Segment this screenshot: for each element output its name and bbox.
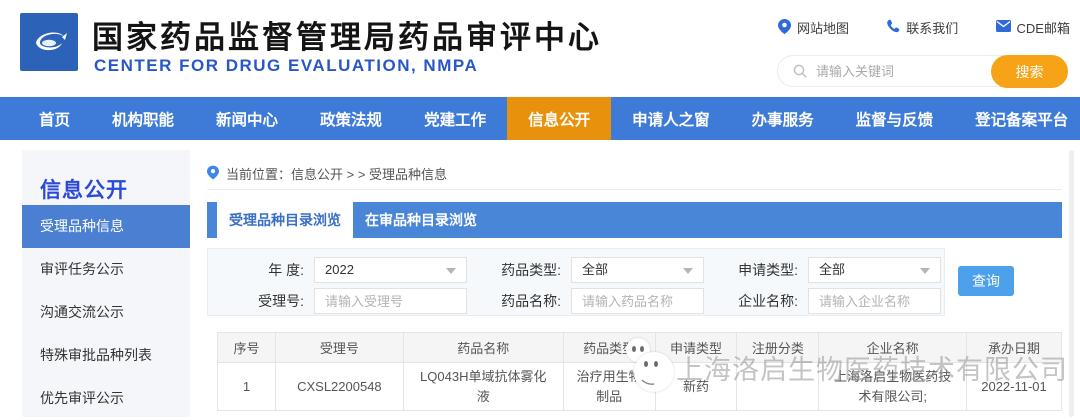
site-header: 国家药品监督管理局药品审评中心 CENTER FOR DRUG EVALUATI… (0, 0, 1080, 97)
col-apply-type: 申请类型 (655, 333, 737, 363)
cell-company: 上海洛启生物医药技术有限公司; (819, 363, 967, 411)
search-input[interactable] (816, 64, 966, 79)
year-select[interactable]: 2022 (314, 257, 467, 283)
cell-seq: 1 (218, 363, 276, 411)
company-name-input[interactable] (808, 288, 941, 314)
site-title: 国家药品监督管理局药品审评中心 (92, 12, 602, 57)
site-search: 搜索 (777, 55, 1068, 87)
sidebar-title: 信息公开 (22, 150, 190, 205)
sitemap-label: 网站地图 (797, 18, 849, 37)
vertical-scrollbar[interactable] (1069, 150, 1074, 417)
cell-drug-type: 治疗用生物制品 (563, 363, 655, 411)
tab-under-review-catalog[interactable]: 在审品种目录浏览 (353, 202, 489, 238)
breadcrumb-pin-icon (207, 165, 219, 183)
drug-name-label: 药品名称: (489, 291, 561, 311)
sidebar-item-review-tasks[interactable]: 审评任务公示 (22, 248, 190, 291)
drug-type-select-value: 全部 (582, 262, 608, 277)
table-header-row: 序号 受理号 药品名称 药品类型 申请类型 注册分类 企业名称 承办日期 (218, 333, 1062, 363)
filter-row-1: 年 度: 2022 药品类型: 全部 申请类型: 全部 (232, 257, 944, 283)
results-table: 序号 受理号 药品名称 药品类型 申请类型 注册分类 企业名称 承办日期 1 C… (217, 332, 1062, 411)
company-name-label: 企业名称: (726, 291, 798, 311)
apply-type-select-value: 全部 (819, 262, 845, 277)
col-company: 企业名称 (819, 333, 967, 363)
col-reg-class: 注册分类 (737, 333, 819, 363)
catalog-tabs: 受理品种目录浏览 在审品种目录浏览 (207, 202, 1062, 238)
sidebar-item-accepted-varieties[interactable]: 受理品种信息 (22, 205, 190, 248)
search-icon (793, 64, 808, 79)
breadcrumb: 当前位置：信息公开 > > 受理品种信息 (207, 158, 1062, 190)
sitemap-link[interactable]: 网站地图 (778, 18, 849, 37)
col-seq: 序号 (218, 333, 276, 363)
nav-item-supervision[interactable]: 监督与反馈 (835, 97, 955, 140)
drug-type-label: 药品类型: (489, 260, 561, 280)
sidebar-item-priority-review[interactable]: 优先审评公示 (22, 377, 190, 420)
drug-name-input[interactable] (571, 288, 704, 314)
mailbox-label: CDE邮箱 (1017, 18, 1070, 37)
nav-item-registration-platform[interactable]: 登记备案平台 (954, 97, 1080, 140)
col-drug-name: 药品名称 (403, 333, 563, 363)
year-label: 年 度: (232, 260, 304, 280)
nav-item-info-disclosure[interactable]: 信息公开 (507, 97, 611, 140)
year-select-value: 2022 (325, 262, 354, 277)
search-button[interactable]: 搜索 (991, 55, 1068, 88)
chevron-down-icon (446, 268, 456, 274)
contact-link[interactable]: 联系我们 (886, 18, 958, 37)
sidebar-item-communication[interactable]: 沟通交流公示 (22, 291, 190, 334)
cell-apply-type: 新药 (655, 363, 737, 411)
nav-item-party[interactable]: 党建工作 (403, 97, 507, 140)
table-row: 1 CXSL2200548 LQ043H单域抗体雾化液 治疗用生物制品 新药 上… (218, 363, 1062, 411)
cde-logo[interactable] (20, 13, 78, 71)
col-drug-type: 药品类型 (563, 333, 655, 363)
chevron-down-icon (920, 268, 930, 274)
sidebar-item-special-approval[interactable]: 特殊审批品种列表 (22, 334, 190, 377)
apply-type-select[interactable]: 全部 (808, 257, 941, 283)
nav-item-home[interactable]: 首页 (18, 97, 91, 140)
cell-date: 2022-11-01 (967, 363, 1062, 411)
fish-swirl-icon (26, 17, 72, 68)
acceptance-no-label: 受理号: (232, 291, 304, 311)
col-acceptance-no: 受理号 (275, 333, 403, 363)
apply-type-label: 申请类型: (726, 260, 798, 280)
chevron-down-icon (683, 268, 693, 274)
nav-item-policy[interactable]: 政策法规 (299, 97, 403, 140)
sidebar: 信息公开 受理品种信息 审评任务公示 沟通交流公示 特殊审批品种列表 优先审评公… (22, 150, 190, 417)
phone-icon (886, 19, 900, 36)
filter-row-2: 受理号: 药品名称: 企业名称: (232, 288, 944, 314)
breadcrumb-label: 当前位置：信息公开 > > 受理品种信息 (226, 164, 447, 183)
nav-item-services[interactable]: 办事服务 (731, 97, 835, 140)
site-subtitle: CENTER FOR DRUG EVALUATION, NMPA (94, 56, 478, 76)
query-button[interactable]: 查询 (958, 266, 1014, 296)
mailbox-link[interactable]: CDE邮箱 (996, 18, 1070, 37)
contact-label: 联系我们 (906, 18, 958, 37)
acceptance-no-input[interactable] (314, 288, 467, 314)
nav-item-functions[interactable]: 机构职能 (91, 97, 195, 140)
cell-drug-name: LQ043H单域抗体雾化液 (403, 363, 563, 411)
header-quick-links: 网站地图 联系我们 CDE邮箱 (778, 18, 1070, 37)
mail-icon (996, 20, 1011, 35)
main-navbar: 首页 机构职能 新闻中心 政策法规 党建工作 信息公开 申请人之窗 办事服务 监… (0, 97, 1080, 140)
nav-item-news[interactable]: 新闻中心 (195, 97, 299, 140)
location-pin-icon (778, 19, 791, 37)
cell-reg-class (737, 363, 819, 411)
nav-item-applicant-window[interactable]: 申请人之窗 (611, 97, 731, 140)
filter-panel: 年 度: 2022 药品类型: 全部 申请类型: 全部 受理号: 药品名称: 企… (207, 248, 945, 316)
cell-acceptance-no: CXSL2200548 (275, 363, 403, 411)
tab-accepted-catalog[interactable]: 受理品种目录浏览 (217, 202, 353, 238)
col-date: 承办日期 (967, 333, 1062, 363)
drug-type-select[interactable]: 全部 (571, 257, 704, 283)
